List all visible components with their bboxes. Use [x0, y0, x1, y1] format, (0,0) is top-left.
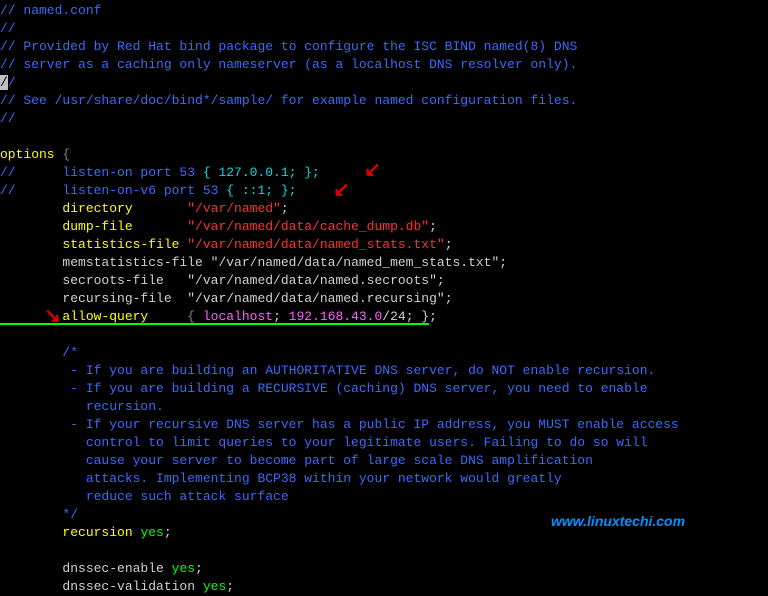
comment-line: / [8, 75, 16, 90]
dnssec-valid-key: dnssec-validation [0, 579, 203, 594]
listen-v4-body: { 127.0.0.1; }; [203, 165, 320, 180]
semi: ; [429, 219, 437, 234]
semi: ; [281, 201, 289, 216]
recursion-val: yes [140, 525, 163, 540]
directory-val: "/var/named" [187, 201, 281, 216]
listen-v6-body: { ::1; }; [226, 183, 296, 198]
secroots-key: secroots-file [0, 273, 187, 288]
recursing-key: recursing-file [0, 291, 187, 306]
block-comment-line: - If you are building a RECURSIVE (cachi… [0, 381, 648, 396]
arrow-icon: ↘ [44, 304, 61, 332]
block-comment-close: */ [0, 507, 78, 522]
semi: ; [445, 291, 453, 306]
arrow-icon: ↙ [333, 178, 350, 206]
block-comment-line: control to limit queries to your legitim… [0, 435, 648, 450]
brace-open: { [62, 147, 70, 162]
statsfile-key: statistics-file [0, 237, 187, 252]
allowquery-suffix: /24; } [382, 309, 429, 324]
comment-line: // See /usr/share/doc/bind*/sample/ for … [0, 93, 577, 108]
comment-line: // [0, 111, 16, 126]
secroots-val: "/var/named/data/named.secroots" [187, 273, 437, 288]
dnssec-enable-val: yes [172, 561, 195, 576]
block-comment-line: attacks. Implementing BCP38 within your … [0, 471, 562, 486]
comment-line: // named.conf [0, 3, 101, 18]
allowquery-key: allow-query [0, 309, 187, 324]
semi: ; [226, 579, 234, 594]
directory-key: directory [0, 201, 187, 216]
arrow-icon: ↙ [364, 158, 381, 186]
semi: ; [429, 309, 437, 324]
block-comment-line: cause your server to become part of larg… [0, 453, 593, 468]
semi: ; [437, 273, 445, 288]
sep: ; [273, 309, 289, 324]
allowquery-localhost: localhost [203, 309, 273, 324]
watermark-text: www.linuxtechi.com [551, 512, 685, 532]
memstats-key: memstatistics-file [0, 255, 211, 270]
comment-line: // [0, 21, 16, 36]
block-comment-line: reduce such attack surface [0, 489, 289, 504]
block-comment-line: recursion. [0, 399, 164, 414]
comment-line: // server as a caching only nameserver (… [0, 57, 577, 72]
brace: { [187, 309, 203, 324]
block-comment-open: /* [0, 345, 78, 360]
semi: ; [499, 255, 507, 270]
options-keyword: options [0, 147, 62, 162]
dnssec-enable-key: dnssec-enable [0, 561, 172, 576]
comment-line: // Provided by Red Hat bind package to c… [0, 39, 577, 54]
recursing-val: "/var/named/data/named.recursing" [187, 291, 444, 306]
block-comment-line: - If your recursive DNS server has a pub… [0, 417, 679, 432]
listen-v6-comment: // listen-on-v6 port 53 [0, 183, 226, 198]
dnssec-valid-val: yes [203, 579, 226, 594]
semi: ; [164, 525, 172, 540]
cursor-position[interactable]: / [0, 75, 8, 90]
listen-v4-comment: // listen-on port 53 [0, 165, 203, 180]
semi: ; [445, 237, 453, 252]
statsfile-val: "/var/named/data/named_stats.txt" [187, 237, 444, 252]
memstats-val: "/var/named/data/named_mem_stats.txt" [211, 255, 500, 270]
recursion-key: recursion [0, 525, 140, 540]
allowquery-net: 192.168.43.0 [289, 309, 383, 324]
dumpfile-val: "/var/named/data/cache_dump.db" [187, 219, 429, 234]
dumpfile-key: dump-file [0, 219, 187, 234]
block-comment-line: - If you are building an AUTHORITATIVE D… [0, 363, 655, 378]
semi: ; [195, 561, 203, 576]
